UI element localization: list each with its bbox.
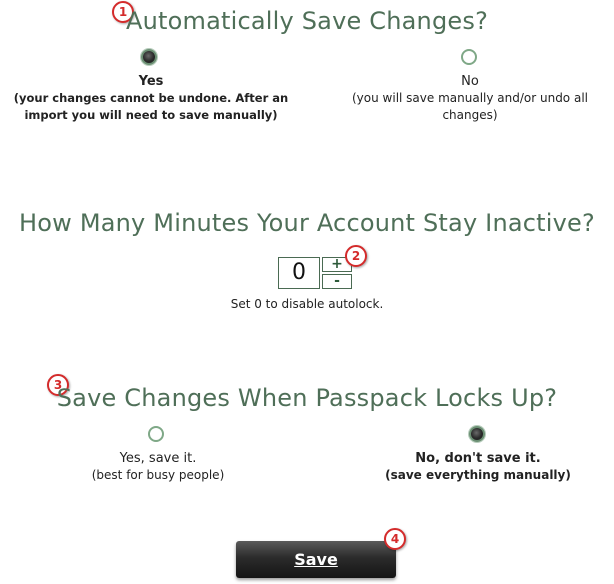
auto-save-yes-note: (your changes cannot be undone. After an… (13, 91, 289, 122)
decrement-button[interactable]: - (322, 274, 352, 289)
inactive-minutes-heading: How Many Minutes Your Account Stay Inact… (19, 209, 595, 237)
lock-save-heading: Save Changes When Passpack Locks Up? (56, 384, 558, 412)
lock-save-no-note: (save everything manually) (385, 468, 571, 482)
lock-save-yes-label: Yes, save it. (119, 451, 197, 466)
lock-save-no-label: No, don't save it. (415, 451, 541, 466)
step-badge-2: 2 (345, 245, 367, 267)
minutes-input[interactable]: 0 (278, 257, 320, 289)
auto-save-no-label: No (461, 74, 479, 89)
auto-save-yes-option[interactable]: Yes (your changes cannot be undone. Afte… (6, 73, 296, 124)
step-badge-4: 4 (384, 528, 406, 550)
lock-save-no-option[interactable]: No, don't save it. (save everything manu… (363, 450, 593, 484)
auto-save-yes-radio[interactable] (141, 49, 157, 65)
lock-save-yes-radio[interactable] (148, 426, 164, 442)
auto-save-no-radio[interactable] (461, 49, 477, 65)
lock-save-no-radio[interactable] (469, 426, 485, 442)
save-button[interactable]: Save (236, 541, 396, 578)
auto-save-heading: Automatically Save Changes? (125, 7, 489, 35)
lock-save-yes-note: (best for busy people) (91, 468, 225, 482)
auto-save-yes-label: Yes (138, 74, 164, 89)
autolock-hint: Set 0 to disable autolock. (230, 297, 384, 311)
lock-save-yes-option[interactable]: Yes, save it. (best for busy people) (58, 450, 258, 484)
auto-save-no-note: (you will save manually and/or undo all … (352, 91, 588, 122)
auto-save-no-option[interactable]: No (you will save manually and/or undo a… (340, 73, 600, 124)
